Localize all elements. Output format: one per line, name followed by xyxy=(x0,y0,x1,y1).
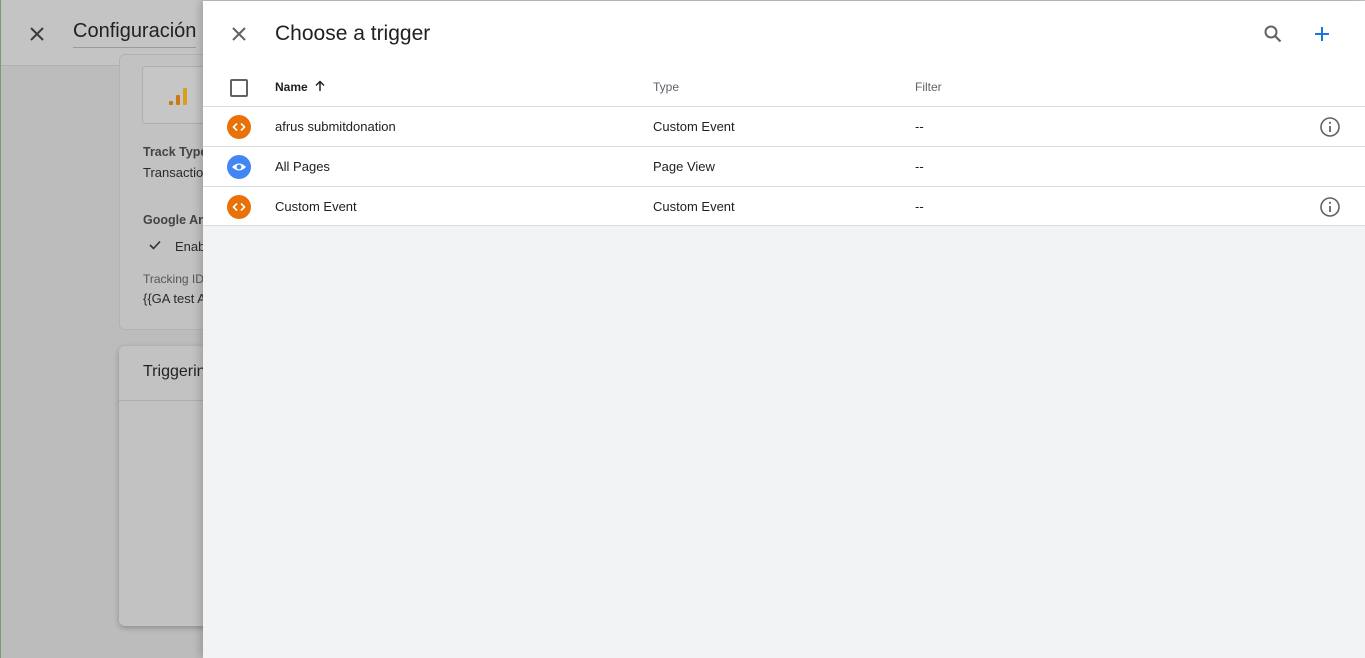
track-type-value: Transactio xyxy=(143,165,204,180)
column-header-name[interactable]: Name xyxy=(275,80,308,94)
triggering-title: Triggerin xyxy=(143,363,206,380)
trigger-filter: -- xyxy=(915,119,924,134)
trigger-name: All Pages xyxy=(275,159,330,174)
add-icon[interactable] xyxy=(1310,22,1334,46)
trigger-type: Page View xyxy=(653,159,715,174)
arrow-up-icon[interactable] xyxy=(313,79,327,93)
enable-label: Enab xyxy=(175,239,206,254)
trigger-filter: -- xyxy=(915,159,924,174)
choose-trigger-panel: Choose a trigger Name Type Filter afrus … xyxy=(203,1,1365,658)
analytics-bars-icon xyxy=(169,86,191,108)
check-icon xyxy=(148,238,162,252)
app-root: Configuración Track Type Transactio Goog… xyxy=(0,0,1365,658)
panel-title: Choose a trigger xyxy=(275,22,431,45)
trigger-name: afrus submitdonation xyxy=(275,119,396,134)
trigger-list-section: Choose a trigger Name Type Filter afrus … xyxy=(203,1,1365,226)
info-icon[interactable] xyxy=(1319,116,1341,138)
code-icon xyxy=(227,115,251,139)
column-header-filter[interactable]: Filter xyxy=(915,80,942,94)
tracking-id-label: Tracking ID xyxy=(143,272,204,286)
table-row[interactable]: All Pages Page View -- xyxy=(203,147,1365,187)
trigger-filter: -- xyxy=(915,199,924,214)
column-header-type[interactable]: Type xyxy=(653,80,679,94)
tracking-id-value: {{GA test A xyxy=(143,291,206,306)
code-icon xyxy=(227,195,251,219)
close-icon[interactable] xyxy=(227,22,251,46)
trigger-type: Custom Event xyxy=(653,119,735,134)
search-icon[interactable] xyxy=(1261,22,1285,46)
tag-title[interactable]: Configuración xyxy=(73,20,197,48)
trigger-type: Custom Event xyxy=(653,199,735,214)
ga-settings-label: Google An xyxy=(143,213,206,227)
track-type-label: Track Type xyxy=(143,145,208,159)
select-all-checkbox[interactable] xyxy=(230,79,248,97)
info-icon[interactable] xyxy=(1319,196,1341,218)
close-icon[interactable] xyxy=(25,22,49,46)
table-row[interactable]: afrus submitdonation Custom Event -- xyxy=(203,107,1365,147)
eye-icon xyxy=(227,155,251,179)
trigger-name: Custom Event xyxy=(275,199,357,214)
table-row[interactable]: Custom Event Custom Event -- xyxy=(203,187,1365,227)
table-header: Name Type Filter xyxy=(203,67,1365,107)
